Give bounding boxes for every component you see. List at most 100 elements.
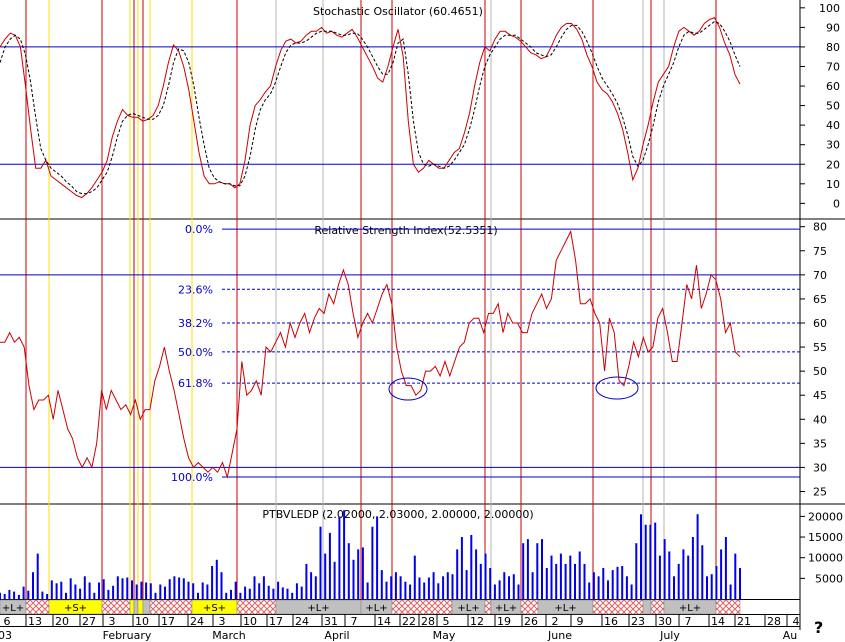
date-tick-label: 17: [161, 615, 175, 628]
rsi-tick-label: 45: [813, 389, 827, 402]
signal-band-gray: [142, 599, 151, 615]
signal-band-hatch: [149, 599, 193, 615]
signal-band-label: +S+: [203, 603, 226, 614]
rsi-tick-label: 25: [813, 485, 827, 498]
stochastic-levels: [0, 46, 800, 165]
date-tick-label: 14: [711, 615, 725, 628]
date-tick-label: 7: [685, 615, 692, 628]
rsi-support-ellipse: [595, 376, 639, 400]
volume-tick-label: 10000: [808, 552, 843, 565]
date-tick-label: 13: [28, 615, 42, 628]
rsi-levels: [0, 274, 800, 468]
help-icon[interactable]: ?: [814, 618, 823, 637]
signal-band-hatch: [236, 599, 277, 615]
rsi-series-line: [0, 229, 741, 479]
signal-band-label: +L+: [307, 603, 329, 614]
rsi-y-axis: 25 30 35 40 45 50 55 60 65 70 75 80: [800, 221, 827, 498]
chart-frame: [0, 0, 845, 630]
retracement-label: 50.0%: [178, 346, 213, 359]
rsi-tick-label: 80: [813, 221, 827, 234]
date-tick-label: 19: [497, 615, 511, 628]
signal-band-label: +S+: [64, 603, 87, 614]
signal-band-hatch: [715, 599, 741, 615]
signal-band-hatch: [592, 599, 644, 615]
month-label: June: [547, 629, 572, 642]
rsi-panel: Relative Strength Index(52.5351) 0.0% 23.…: [0, 221, 827, 498]
date-tick-label: 26: [524, 615, 538, 628]
signal-band-hatch: [484, 599, 492, 615]
signal-band-yellow: [137, 599, 144, 615]
rsi-tick-label: 75: [813, 245, 827, 258]
date-tick-label: 7: [351, 615, 358, 628]
stochastic-tick-label: 60: [826, 80, 840, 93]
rsi-line: [0, 229, 741, 479]
stochastic-title: Stochastic Oscillator (60.4651): [313, 5, 483, 18]
retracement-label: 0.0%: [185, 223, 213, 236]
signal-band-yellow: [129, 599, 135, 615]
signal-band-label: +L+: [365, 603, 387, 614]
date-tick-label: 14: [377, 615, 391, 628]
signal-band-hatch: [25, 599, 50, 615]
volume-tick-label: 20000: [808, 510, 843, 523]
volume-y-axis: 5000 10000 15000 20000: [800, 510, 843, 585]
date-tick-label: 23: [631, 615, 645, 628]
stochastic-tick-label: 10: [826, 178, 840, 191]
date-tick-label: 16: [604, 615, 618, 628]
date-tick-label: 28: [767, 615, 781, 628]
date-tick-label: 17: [269, 615, 283, 628]
signal-band-label: +L+: [679, 603, 701, 614]
month-label: 03: [0, 629, 12, 642]
stochastic-tick-label: 50: [826, 100, 840, 113]
volume-tick-label: 5000: [815, 572, 843, 585]
retracement-label: 61.8%: [178, 377, 213, 390]
signal-band-label: +L+: [554, 603, 576, 614]
retracement-label: 38.2%: [178, 317, 213, 330]
date-tick-label: 6: [4, 615, 11, 628]
stochastic-tick-label: 80: [826, 41, 840, 54]
rsi-tick-label: 35: [813, 437, 827, 450]
date-tick-label: 24: [190, 615, 204, 628]
date-tick-label: 3: [109, 615, 116, 628]
volume-panel: PTBVLEDP (2.02000, 2.03000, 2.00000, 2.0…: [0, 508, 843, 599]
date-tick-label: 31: [324, 615, 338, 628]
signal-band-hatch: [391, 599, 453, 615]
volume-tick-label: 15000: [808, 531, 843, 544]
signal-band-label: +L+: [2, 603, 24, 614]
date-tick-label: 28: [421, 615, 435, 628]
retracement-label: 100.0%: [171, 471, 213, 484]
date-tick-label: 22: [402, 615, 416, 628]
signal-band-label: +L+: [457, 603, 479, 614]
signal-band-gray: [133, 599, 139, 615]
month-label: March: [212, 629, 246, 642]
stochastic-tick-label: 40: [826, 119, 840, 132]
stochastic-tick-label: 70: [826, 60, 840, 73]
stochastic-lines: [0, 16, 741, 199]
month-label: April: [324, 629, 349, 642]
date-tick-label: 30: [658, 615, 672, 628]
rsi-tick-label: 60: [813, 317, 827, 330]
signal-band-hatch: [520, 599, 539, 615]
volume-bars: [0, 510, 741, 599]
month-label: Au: [783, 629, 798, 642]
stochastic-tick-label: 30: [826, 139, 840, 152]
volume-title: PTBVLEDP (2.02000, 2.03000, 2.00000, 2.0…: [262, 508, 533, 521]
date-tick-label: 24: [295, 615, 309, 628]
rsi-tick-label: 70: [813, 269, 827, 282]
stochastic-tick-label: 100: [819, 2, 840, 15]
signal-band-hatch: [650, 599, 665, 615]
stochastic-tick-label: 0: [833, 197, 840, 210]
date-tick-label: 2: [552, 615, 559, 628]
stochastic-tick-label: 90: [826, 21, 840, 34]
date-tick-label: 3: [219, 615, 226, 628]
rsi-tick-label: 50: [813, 365, 827, 378]
rsi-tick-label: 40: [813, 413, 827, 426]
signal-band-gray: [642, 599, 652, 615]
stochastic-panel: Stochastic Oscillator (60.4651) 0 10 20 30 4…: [0, 2, 840, 210]
rsi-tick-label: 65: [813, 293, 827, 306]
signal-bands: +L+ +S+ +S+ +L+ +L+ +L+ +L+ +L+ +L+: [0, 599, 741, 615]
date-tick-label: 10: [243, 615, 257, 628]
date-tick-label: 21: [737, 615, 751, 628]
month-label: February: [103, 629, 152, 642]
date-tick-label: 4: [793, 615, 800, 628]
rsi-tick-label: 55: [813, 341, 827, 354]
